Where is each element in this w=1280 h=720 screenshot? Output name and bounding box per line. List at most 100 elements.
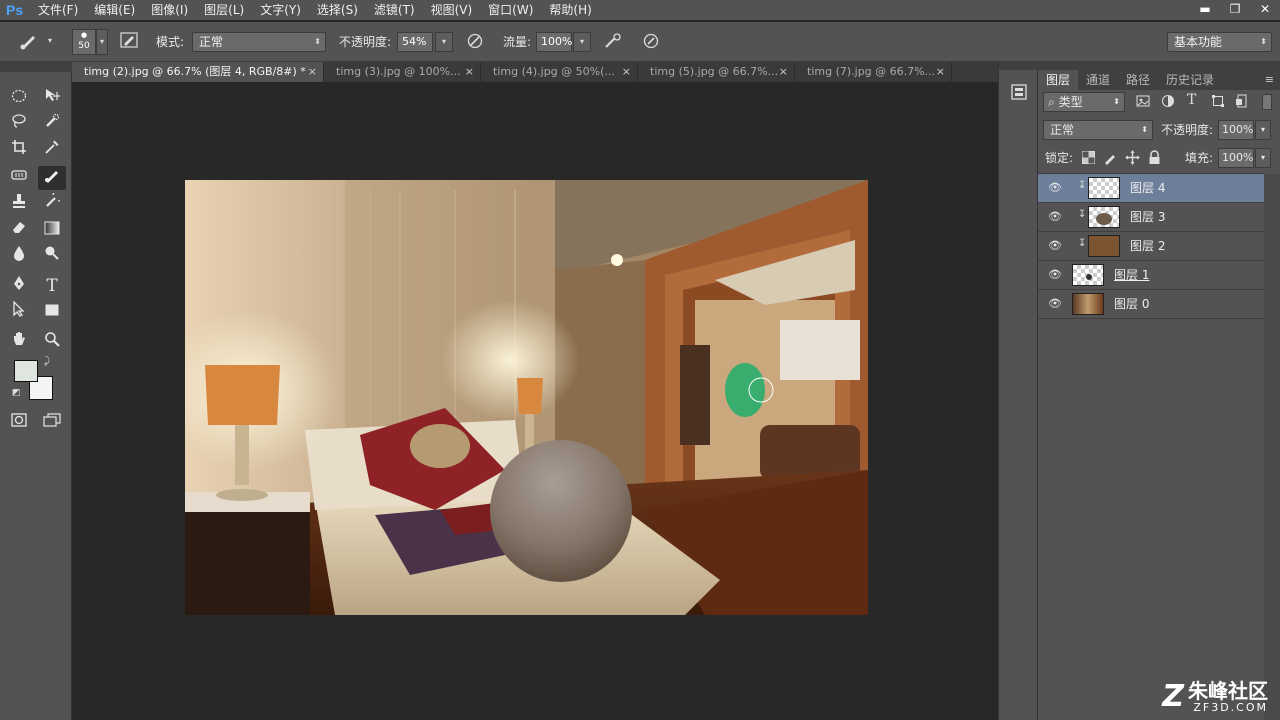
properties-panel-icon[interactable] <box>1009 82 1031 104</box>
opacity-dropdown-icon[interactable]: ▾ <box>435 32 453 52</box>
layers-scrollbar[interactable] <box>1264 174 1280 720</box>
bedroom-photo[interactable] <box>185 180 868 615</box>
layer-row-1[interactable]: 👁 图层 1 <box>1038 261 1264 290</box>
menu-file[interactable]: 文件(F) <box>30 0 86 20</box>
eye-visibility-icon[interactable]: 👁 <box>1048 239 1062 253</box>
close-tab-icon[interactable]: × <box>622 62 631 82</box>
tab-history[interactable]: 历史记录 <box>1158 70 1222 90</box>
hand-tool-icon[interactable] <box>5 330 33 354</box>
layer-fill-dropdown-icon[interactable]: ▾ <box>1255 148 1271 168</box>
layer-name[interactable]: 图层 2 <box>1130 232 1165 261</box>
opacity-input[interactable]: 54% <box>397 32 433 52</box>
zoom-tool-icon[interactable] <box>38 330 66 354</box>
pressure-opacity-icon[interactable] <box>464 32 486 52</box>
clone-stamp-icon[interactable] <box>5 192 33 216</box>
crop-tool-icon[interactable] <box>5 138 33 162</box>
layer-row-2[interactable]: 👁 ↧ 图层 2 <box>1038 232 1264 261</box>
lasso-tool-icon[interactable] <box>5 112 33 136</box>
layer-name[interactable]: 图层 3 <box>1130 203 1165 232</box>
screen-mode-icon[interactable] <box>38 410 66 434</box>
layer-fill-input[interactable]: 100% <box>1218 148 1254 168</box>
tab-document[interactable]: timg (4).jpg @ 50%(... × <box>481 62 638 82</box>
dock-collapse-strip[interactable] <box>999 62 1039 70</box>
filter-type-icon[interactable]: T <box>1187 92 1203 110</box>
menu-select[interactable]: 选择(S) <box>309 0 366 20</box>
brush-tool-preset-icon[interactable] <box>18 32 40 52</box>
close-button[interactable]: ✕ <box>1250 0 1280 20</box>
filter-shape-icon[interactable] <box>1211 94 1227 110</box>
layer-name[interactable]: 图层 4 <box>1130 174 1165 203</box>
tab-paths[interactable]: 路径 <box>1118 70 1158 90</box>
blend-mode-dropdown[interactable]: 正常 ⬍ <box>192 32 326 52</box>
blur-tool-icon[interactable] <box>5 244 33 268</box>
history-brush-icon[interactable] <box>38 190 66 216</box>
close-tab-icon[interactable]: × <box>465 62 474 82</box>
layer-row-3[interactable]: 👁 ↧ 图层 3 <box>1038 203 1264 232</box>
filter-toggle-switch[interactable] <box>1262 94 1272 110</box>
pressure-size-icon[interactable] <box>640 32 662 52</box>
close-tab-icon[interactable]: × <box>308 62 317 82</box>
default-colors-icon[interactable]: ◩ <box>12 388 21 398</box>
spot-healing-icon[interactable] <box>5 166 33 190</box>
tab-layers[interactable]: 图层 <box>1038 70 1079 90</box>
menu-layer[interactable]: 图层(L) <box>196 0 252 20</box>
quick-mask-icon[interactable] <box>5 410 33 434</box>
eye-visibility-icon[interactable]: 👁 <box>1048 210 1062 224</box>
restore-button[interactable]: ❐ <box>1220 0 1250 20</box>
eye-visibility-icon[interactable]: 👁 <box>1048 181 1062 195</box>
brush-preset-dropdown-icon[interactable]: ▾ <box>44 32 56 52</box>
tab-document[interactable]: timg (5).jpg @ 66.7%... × <box>638 62 795 82</box>
flow-input[interactable]: 100% <box>536 32 572 52</box>
eyedropper-icon[interactable] <box>38 138 66 162</box>
elliptical-marquee-icon[interactable] <box>5 86 33 110</box>
panel-collapse-strip[interactable] <box>1038 62 1280 70</box>
layer-row-4[interactable]: 👁 ↧ 图层 4 <box>1038 174 1264 203</box>
document-canvas[interactable] <box>72 82 998 720</box>
layer-name[interactable]: 图层 0 <box>1114 290 1149 319</box>
layer-row-0[interactable]: 👁 图层 0 <box>1038 290 1264 319</box>
layer-opacity-input[interactable]: 100% <box>1218 120 1254 140</box>
type-tool-icon[interactable]: T <box>38 274 66 298</box>
brush-tool-icon[interactable] <box>38 166 66 190</box>
menu-window[interactable]: 窗口(W) <box>480 0 541 20</box>
menu-edit[interactable]: 编辑(E) <box>86 0 143 20</box>
move-tool-icon[interactable] <box>38 86 66 110</box>
menu-help[interactable]: 帮助(H) <box>541 0 599 20</box>
menu-filter[interactable]: 滤镜(T) <box>366 0 423 20</box>
dodge-tool-icon[interactable] <box>38 244 66 268</box>
eye-visibility-icon[interactable]: 👁 <box>1048 268 1062 282</box>
tab-document[interactable]: timg (3).jpg @ 100%... × <box>324 62 481 82</box>
layer-filter-dropdown[interactable]: ⌕ 类型 ⬍ <box>1043 92 1125 112</box>
flow-dropdown-icon[interactable]: ▾ <box>573 32 591 52</box>
tab-document-active[interactable]: timg (2).jpg @ 66.7% (图层 4, RGB/8#) * × <box>72 62 324 82</box>
panel-menu-icon[interactable]: ≡ <box>1265 70 1274 90</box>
lock-all-icon[interactable] <box>1148 150 1164 166</box>
menu-type[interactable]: 文字(Y) <box>252 0 309 20</box>
brush-size-dropdown-icon[interactable]: ▾ <box>96 29 108 55</box>
tab-channels[interactable]: 通道 <box>1078 70 1118 90</box>
swap-colors-icon[interactable]: ⤸ <box>44 356 50 367</box>
lock-pixels-icon[interactable] <box>1103 150 1119 166</box>
toolbar-collapse-strip[interactable] <box>0 62 72 72</box>
lock-position-icon[interactable] <box>1125 150 1141 166</box>
filter-smart-object-icon[interactable] <box>1235 94 1251 110</box>
layer-opacity-dropdown-icon[interactable]: ▾ <box>1255 120 1271 140</box>
tab-document[interactable]: timg (7).jpg @ 66.7%... × <box>795 62 952 82</box>
foreground-color-swatch[interactable] <box>14 360 38 382</box>
airbrush-icon[interactable] <box>602 32 624 52</box>
pen-tool-icon[interactable] <box>5 274 33 298</box>
brush-panel-toggle-icon[interactable] <box>118 32 140 52</box>
eraser-tool-icon[interactable] <box>5 218 33 242</box>
lock-transparency-icon[interactable] <box>1082 151 1096 165</box>
path-selection-icon[interactable] <box>5 300 33 324</box>
rectangle-tool-icon[interactable] <box>38 300 66 324</box>
gradient-tool-icon[interactable] <box>38 218 66 242</box>
eye-visibility-icon[interactable]: 👁 <box>1048 297 1062 311</box>
brush-size-picker[interactable]: ● 50 <box>72 29 96 55</box>
menu-image[interactable]: 图像(I) <box>143 0 196 20</box>
quick-selection-icon[interactable] <box>38 112 66 136</box>
close-tab-icon[interactable]: × <box>779 62 788 82</box>
filter-pixel-icon[interactable] <box>1136 94 1152 110</box>
layer-name[interactable]: 图层 1 <box>1114 261 1149 290</box>
workspace-dropdown[interactable]: 基本功能 ⬍ <box>1167 32 1272 52</box>
